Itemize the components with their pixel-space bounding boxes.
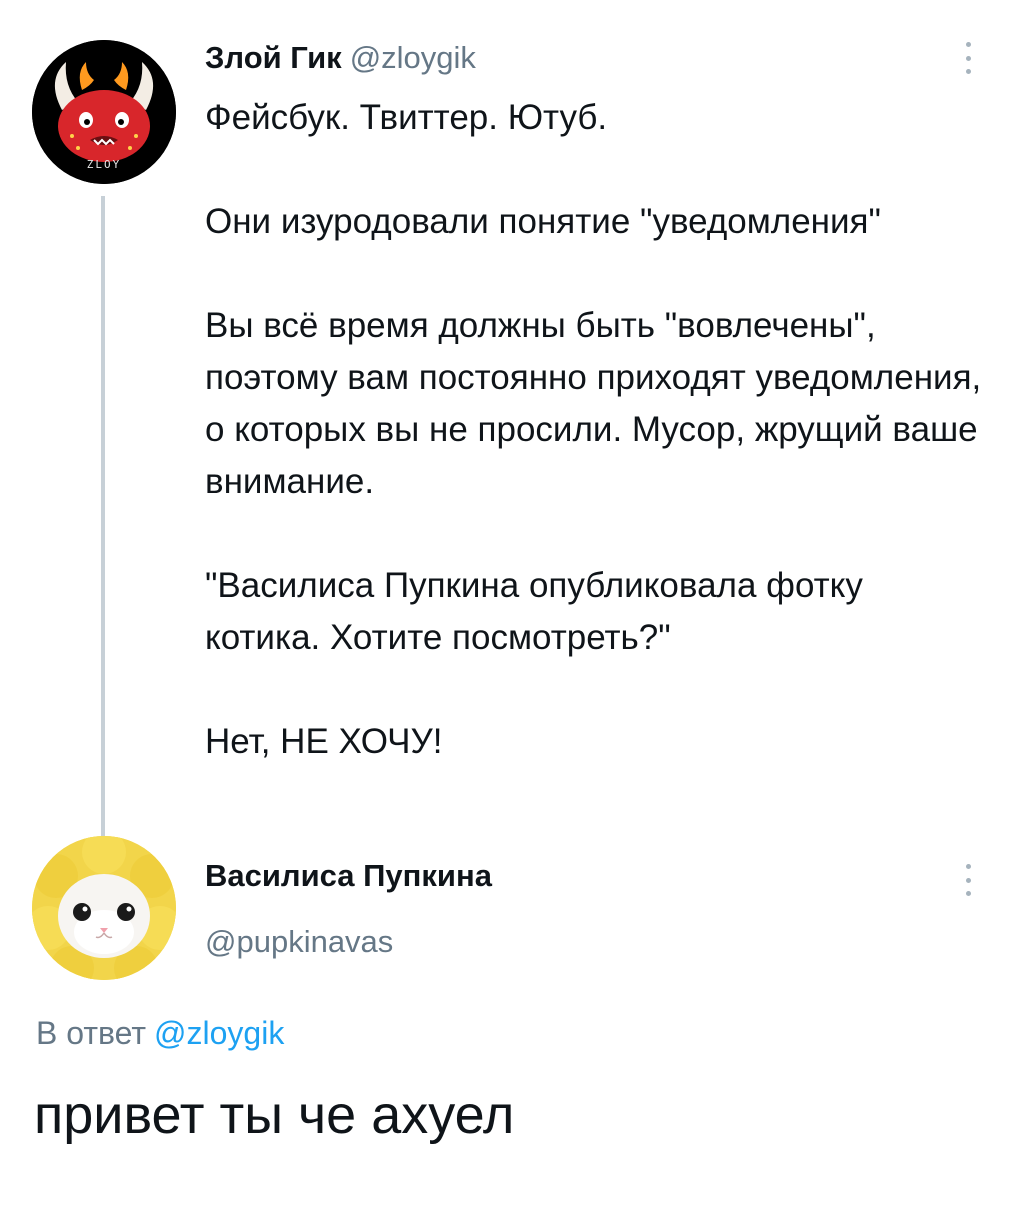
tweet-paragraph: Они изуродовали понятие "уведомления" bbox=[205, 202, 881, 241]
tweet-author-row: Злой Гик @zloygik bbox=[205, 40, 476, 76]
dot bbox=[965, 69, 971, 74]
reply-author-display-name[interactable]: Василиса Пупкина bbox=[205, 858, 492, 893]
thread-line bbox=[101, 196, 105, 836]
tweet-text: Фейсбук. Твиттер. Ютуб. Они изуродовали … bbox=[205, 92, 995, 768]
reply-author-row: Василиса Пупкина bbox=[205, 858, 492, 894]
dot bbox=[965, 877, 971, 883]
replying-to: В ответ @zloygik bbox=[36, 1015, 284, 1052]
replying-to-handle-link[interactable]: @zloygik bbox=[154, 1015, 284, 1051]
author-display-name[interactable]: Злой Гик bbox=[205, 40, 342, 75]
reply-text: привет ты че ахуел bbox=[34, 1085, 515, 1145]
tweet-paragraph: "Василиса Пупкина опубликовала фотку кот… bbox=[205, 566, 863, 657]
tweet-paragraph: Нет, НЕ ХОЧУ! bbox=[205, 722, 443, 761]
devil-avatar-icon[interactable]: ZLOY bbox=[32, 40, 176, 184]
cat-avatar-icon[interactable] bbox=[32, 836, 176, 980]
author-handle[interactable]: @zloygik bbox=[350, 40, 476, 75]
dot bbox=[965, 891, 971, 896]
dot bbox=[965, 864, 971, 869]
tweet-paragraph: Фейсбук. Твиттер. Ютуб. bbox=[205, 98, 608, 137]
dot bbox=[965, 42, 971, 47]
more-options-icon[interactable] bbox=[956, 38, 980, 78]
tweet-paragraph: Вы всё время должны быть "вовлечены", по… bbox=[205, 306, 982, 501]
replying-to-label: В ответ bbox=[36, 1015, 147, 1051]
avatar-logo-text: ZLOY bbox=[86, 158, 122, 171]
reply-author-handle[interactable]: @pupkinavas bbox=[205, 924, 393, 960]
dot bbox=[965, 55, 971, 61]
reply-more-options-icon[interactable] bbox=[956, 860, 980, 900]
